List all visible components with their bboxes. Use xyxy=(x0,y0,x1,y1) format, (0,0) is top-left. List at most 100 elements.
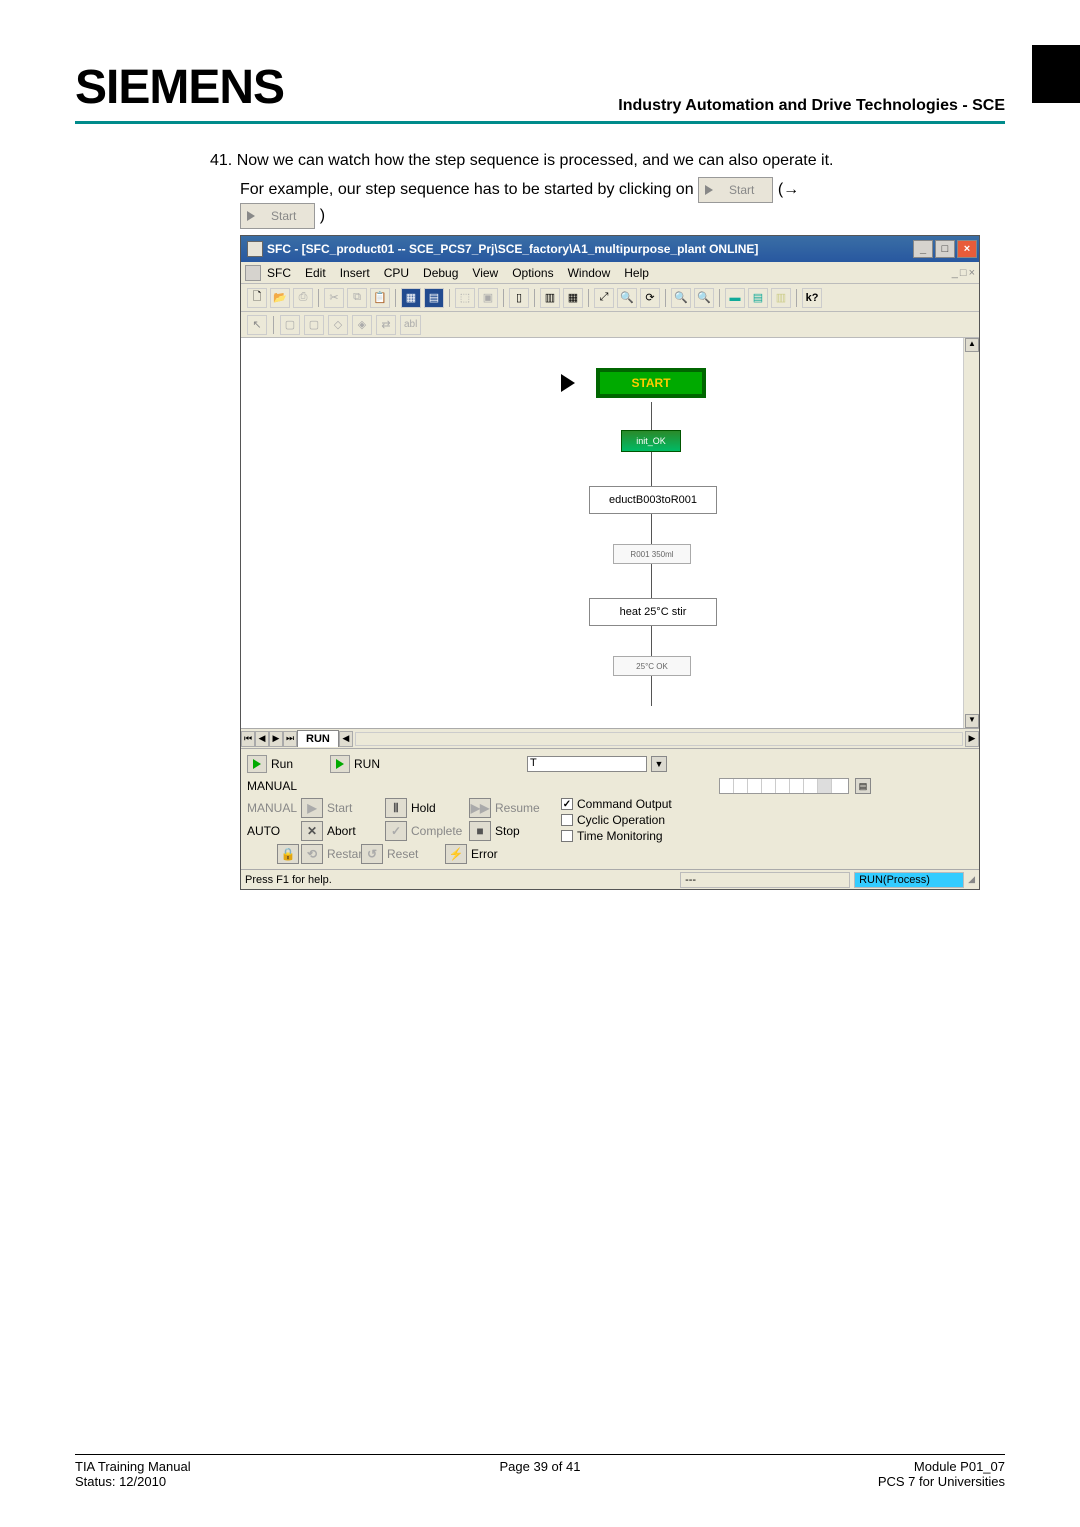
tb-c[interactable]: ⬚ xyxy=(455,288,475,308)
menu-debug[interactable]: Debug xyxy=(423,266,458,280)
run-label: Run xyxy=(271,757,326,771)
tb-print[interactable]: ⎙ xyxy=(293,288,313,308)
resume-button[interactable]: ▶▶ xyxy=(469,798,491,818)
stop-button[interactable]: ■ xyxy=(469,821,491,841)
reset-button[interactable]: ↺ xyxy=(361,844,383,864)
start-button-inline-2[interactable]: Start xyxy=(240,203,315,229)
tb-g[interactable]: ▦ xyxy=(563,288,583,308)
step-line2a: For example, our step sequence has to be… xyxy=(240,181,698,198)
tb2-cursor[interactable]: ↖ xyxy=(247,315,267,335)
tb-h[interactable]: ▬ xyxy=(725,288,745,308)
tb-zoomout[interactable]: 🔍 xyxy=(694,288,714,308)
timemon-check[interactable]: Time Monitoring xyxy=(561,829,672,843)
tb2-b[interactable]: ▢ xyxy=(304,315,324,335)
tb-f[interactable]: ▥ xyxy=(540,288,560,308)
tb-zoomin[interactable]: 🔍 xyxy=(671,288,691,308)
tb-cut[interactable]: ✂ xyxy=(324,288,344,308)
menu-help[interactable]: Help xyxy=(624,266,649,280)
tb2-a[interactable]: ▢ xyxy=(280,315,300,335)
tb-open[interactable]: 📂 xyxy=(270,288,290,308)
cmd-output-check[interactable]: ✓ Command Output xyxy=(561,797,672,811)
footer-left-2: Status: 12/2010 xyxy=(75,1474,385,1489)
restart-button[interactable]: ⟲ xyxy=(301,844,323,864)
tb-a[interactable]: ▦ xyxy=(401,288,421,308)
mdi-controls: _ □ × xyxy=(952,267,979,279)
manual-play-button[interactable]: ▶ xyxy=(301,798,323,818)
scroll-down-button[interactable]: ▼ xyxy=(965,714,979,728)
sfc-step-3[interactable]: heat 25°C stir xyxy=(589,598,717,626)
t-field[interactable]: T xyxy=(527,756,647,772)
sfc-step-2[interactable]: R001 350ml xyxy=(613,544,691,564)
menu-options[interactable]: Options xyxy=(512,266,553,280)
tb2-d[interactable]: ◈ xyxy=(352,315,372,335)
tb-copy[interactable]: ⧉ xyxy=(347,288,367,308)
sfc-canvas[interactable]: ▲ ▼ START init_OK eductB003toR001 R001 3… xyxy=(241,338,979,728)
control-panel: Run RUN T ▼ MANUAL ▤ MANUAL xyxy=(241,748,979,869)
tb-help[interactable]: k? xyxy=(802,288,822,308)
t-dropdown[interactable]: ▼ xyxy=(651,756,667,772)
tb-d[interactable]: ▣ xyxy=(478,288,498,308)
toolbar-1: 🗋 📂 ⎙ ✂ ⧉ 📋 ▦ ▤ ⬚ ▣ ▯ ▥ ▦ ⤢ 🔍 ⟳ 🔍 🔍 xyxy=(241,284,979,312)
error-button[interactable]: ⚡ xyxy=(445,844,467,864)
hold-button[interactable]: Ⅱ xyxy=(385,798,407,818)
tab-bar: ⏮ ◀ ▶ ⏭ RUN ◀ ▶ xyxy=(241,728,979,748)
run-state: RUN xyxy=(354,757,409,771)
tb2-e[interactable]: ⇄ xyxy=(376,315,396,335)
timemon-label: Time Monitoring xyxy=(577,829,663,843)
abort-button[interactable]: ✕ xyxy=(301,821,323,841)
sfc-trans-1[interactable]: init_OK xyxy=(621,430,681,452)
menu-cpu[interactable]: CPU xyxy=(384,266,409,280)
lock-button[interactable]: 🔒 xyxy=(277,844,299,864)
manual-label: MANUAL xyxy=(247,779,297,793)
mdi-min[interactable]: _ xyxy=(952,267,958,279)
resume-action: Resume xyxy=(493,801,551,815)
hold-action: Hold xyxy=(409,801,467,815)
tab-first[interactable]: ⏮ xyxy=(241,731,255,747)
close-button[interactable]: × xyxy=(957,240,977,258)
resize-grip-icon[interactable]: ◢ xyxy=(968,874,975,885)
hscroll-left[interactable]: ◀ xyxy=(339,731,353,747)
mdi-max[interactable]: □ xyxy=(960,267,967,279)
tb-zoom2[interactable]: 🔍 xyxy=(617,288,637,308)
tb2-c[interactable]: ◇ xyxy=(328,315,348,335)
start-button-inline-1[interactable]: Start xyxy=(698,177,773,203)
menu-sfc[interactable]: SFC xyxy=(267,266,291,280)
tb-refresh[interactable]: ⟳ xyxy=(640,288,660,308)
tb-i[interactable]: ▤ xyxy=(748,288,768,308)
complete-button[interactable]: ✓ xyxy=(385,821,407,841)
status-run: RUN(Process) xyxy=(854,872,964,888)
h-scrollbar[interactable] xyxy=(355,732,963,746)
sfc-trans-2[interactable]: 25°C OK xyxy=(613,656,691,676)
sfc-line xyxy=(651,452,652,486)
tb2-abl[interactable]: abl xyxy=(400,315,421,335)
progress-dd[interactable]: ▤ xyxy=(855,778,871,794)
menu-view[interactable]: View xyxy=(472,266,498,280)
v-scrollbar[interactable]: ▲ ▼ xyxy=(963,338,979,728)
tab-next[interactable]: ▶ xyxy=(269,731,283,747)
mdi-close[interactable]: × xyxy=(969,267,975,279)
tab-last[interactable]: ⏭ xyxy=(283,731,297,747)
titlebar[interactable]: SFC - [SFC_product01 -- SCE_PCS7_Prj\SCE… xyxy=(241,236,979,262)
menu-window[interactable]: Window xyxy=(568,266,611,280)
hscroll-right[interactable]: ▶ xyxy=(965,731,979,747)
sfc-line xyxy=(651,626,652,656)
tab-run[interactable]: RUN xyxy=(297,730,339,747)
tb-j[interactable]: ▥ xyxy=(771,288,791,308)
tb-e[interactable]: ▯ xyxy=(509,288,529,308)
minimize-button[interactable]: _ xyxy=(913,240,933,258)
sfc-step-1[interactable]: eductB003toR001 xyxy=(589,486,717,514)
tb-paste[interactable]: 📋 xyxy=(370,288,390,308)
tb-zoom[interactable]: ⤢ xyxy=(594,288,614,308)
menu-edit[interactable]: Edit xyxy=(305,266,326,280)
cyclic-check[interactable]: Cyclic Operation xyxy=(561,813,672,827)
cmd-output-label: Command Output xyxy=(577,797,672,811)
tab-prev[interactable]: ◀ xyxy=(255,731,269,747)
tb-new[interactable]: 🗋 xyxy=(247,288,267,308)
maximize-button[interactable]: □ xyxy=(935,240,955,258)
scroll-up-button[interactable]: ▲ xyxy=(965,338,979,352)
tb-b[interactable]: ▤ xyxy=(424,288,444,308)
statusbar: Press F1 for help. --- RUN(Process) ◢ xyxy=(241,869,979,889)
sfc-start-step[interactable]: START xyxy=(596,368,706,398)
menu-insert[interactable]: Insert xyxy=(340,266,370,280)
footer-page: Page 39 of 41 xyxy=(385,1459,695,1474)
